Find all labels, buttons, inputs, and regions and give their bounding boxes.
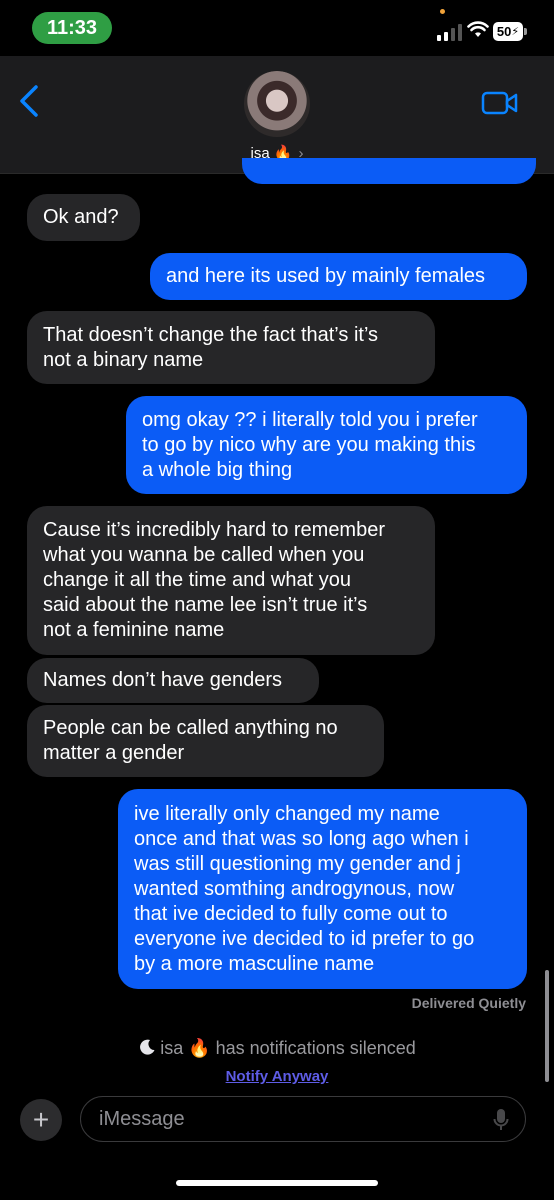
message-line: a whole big thing — [142, 458, 293, 481]
video-camera-icon[interactable] — [481, 91, 519, 115]
message-line: by a more masculine name — [134, 952, 375, 975]
message-bubble-incoming[interactable]: That doesn’t change the fact that’s it’s… — [27, 311, 435, 384]
battery-icon: 50 ⚡ — [493, 22, 523, 41]
focus-notice: isa 🔥 has notifications silenced — [0, 1038, 554, 1059]
battery-cap — [524, 28, 527, 35]
message-bubble-outgoing[interactable]: ive literally only changed my name once … — [118, 789, 527, 989]
cellular-signal-icon — [437, 24, 463, 41]
previous-message-bubble — [242, 158, 536, 184]
microphone-icon[interactable] — [493, 1108, 509, 1132]
message-line: change it all the time and what you — [43, 569, 351, 591]
status-bar: 11:33 50 ⚡ — [0, 0, 554, 56]
scrollbar[interactable] — [545, 970, 549, 1082]
notify-anyway-link[interactable]: Notify Anyway — [0, 1068, 554, 1085]
message-line: People can be called anything no — [43, 717, 338, 739]
message-line: was still questioning my gender and j — [134, 852, 461, 875]
message-line: everyone ive decided to id prefer to go — [134, 927, 475, 950]
message-bubble-outgoing[interactable]: and here its used by mainly females — [150, 253, 527, 300]
privacy-indicator-dot — [440, 9, 445, 14]
contact-avatar[interactable] — [244, 71, 310, 137]
message-input-placeholder: iMessage — [99, 1108, 185, 1130]
message-line: That doesn’t change the fact that’s it’s — [43, 323, 379, 346]
delivery-status: Delivered Quietly — [411, 995, 526, 1011]
message-line: to go by nico why are you making this — [142, 433, 476, 456]
message-bubble-incoming[interactable]: Ok and? — [27, 194, 140, 241]
add-attachment-button[interactable]: + — [20, 1099, 62, 1141]
home-indicator[interactable] — [176, 1180, 378, 1186]
message-line: not a binary name — [43, 348, 204, 371]
message-input[interactable]: iMessage — [80, 1096, 526, 1142]
conversation-header: isa 🔥 › — [0, 56, 554, 174]
message-bubble-incoming[interactable]: People can be called anything no matter … — [27, 705, 384, 777]
message-line: wanted somthing androgynous, now — [134, 877, 455, 900]
message-line: once and that was so long ago when i — [134, 827, 469, 850]
message-line: and here its used by mainly females — [166, 265, 486, 287]
message-bubble-outgoing[interactable]: omg okay ?? i literally told you i prefe… — [126, 396, 527, 494]
message-line: not a feminine name — [43, 619, 225, 641]
focus-notice-text: isa 🔥 has notifications silenced — [160, 1038, 416, 1058]
message-line: that ive decided to fully come out to — [134, 902, 448, 925]
chevron-left-icon[interactable] — [18, 84, 40, 118]
message-line: what you wanna be called when you — [43, 544, 365, 566]
message-line: said about the name lee isn’t true it’s — [43, 594, 368, 616]
moon-icon — [140, 1039, 155, 1055]
message-line: matter a gender — [43, 742, 185, 764]
message-bubble-incoming[interactable]: Cause it’s incredibly hard to remember w… — [27, 506, 435, 655]
wifi-icon — [467, 21, 489, 37]
message-line: omg okay ?? i literally told you i prefe… — [142, 408, 478, 431]
battery-level: 50 — [496, 24, 512, 39]
message-line: Ok and? — [43, 206, 119, 228]
bolt-icon: ⚡ — [511, 26, 520, 38]
message-line: Cause it’s incredibly hard to remember — [43, 519, 386, 541]
message-line: Names don’t have genders — [43, 669, 283, 691]
message-bubble-incoming[interactable]: Names don’t have genders — [27, 658, 319, 703]
message-line: ive literally only changed my name — [134, 802, 440, 825]
status-time[interactable]: 11:33 — [32, 12, 112, 44]
